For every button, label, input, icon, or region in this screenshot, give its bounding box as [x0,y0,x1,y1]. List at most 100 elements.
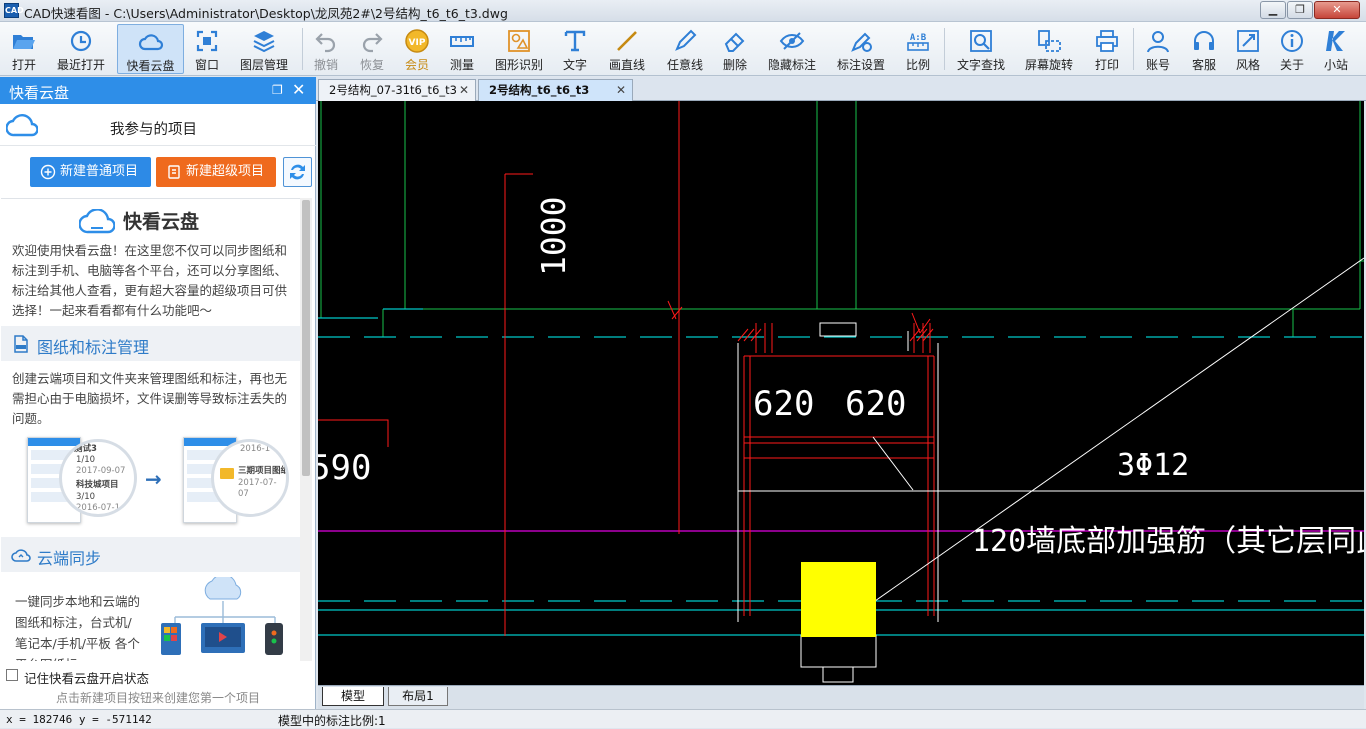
toolbar-label: 比例 [905,58,930,72]
toolbar-measure-button[interactable]: 测量 [443,24,481,74]
info-icon [1281,30,1303,52]
printer-icon [1096,30,1118,52]
toolbar-account-button[interactable]: 账号 [1138,24,1178,74]
toolbar-cloud-button[interactable]: 快看云盘 [117,24,184,74]
dimension-620-left: 620 [753,384,814,424]
title-bar: CAD CAD快速看图 - C:\Users\Administrator\Des… [0,0,1366,22]
new-normal-project-button[interactable]: 新建普通项目 [30,157,151,187]
toolbar-annotation-settings-button[interactable]: 标注设置 [832,24,890,74]
maximize-button[interactable]: ❐ [1287,1,1313,19]
toolbar-label: 隐藏标注 [767,58,816,72]
folder-open-icon [13,35,35,49]
cloud-icon [138,34,163,51]
illus-text: 2016-1 [240,444,271,454]
illus-text: 2016-07-1 [76,503,120,513]
pen-icon [675,29,697,51]
new-super-project-button[interactable]: 新建超级项目 [156,157,276,187]
remember-state-checkbox[interactable] [6,669,18,681]
section-text: 一键同步本地和云端的图纸和标注，台式机/笔记本/手机/平板 各个平台图纸标 [15,594,141,661]
eraser-icon [724,32,745,52]
section-title: 图纸和标注管理 [37,338,150,357]
user-icon [1147,31,1169,53]
close-window-button[interactable]: ✕ [1314,1,1360,19]
panel-close-button[interactable]: ✕ [292,80,305,99]
toolbar-rotate-screen-button[interactable]: 屏幕旋转 [1020,24,1078,74]
rebar-label: 3Φ12 [1117,448,1189,483]
scrollbar-thumb[interactable] [302,200,310,476]
toolbar-label: 图层管理 [239,58,288,72]
section-drawing-management: 图纸和标注管理 [1,326,301,361]
tab-document-07-31[interactable]: 2号结构_07-31t6_t6_t3 ✕ [318,79,476,101]
toolbar-about-button[interactable]: 关于 [1272,24,1312,74]
toolbar-support-button[interactable]: 客服 [1184,24,1224,74]
toolbar-label: 文字查找 [956,58,1005,72]
my-projects-title: 我参与的项目 [110,122,197,138]
toolbar-line-button[interactable]: 画直线 [603,24,651,74]
tab-model[interactable]: 模型 [322,687,384,706]
project-header: 我参与的项目 [0,104,316,146]
toolbar-label: 图形识别 [494,58,543,72]
toolbar-shape-recognize-button[interactable]: 图形识别 [490,24,548,74]
eye-hidden-icon [779,32,805,50]
tab-layout1[interactable]: 布局1 [388,687,448,706]
panel-restore-button[interactable]: ❐ [272,83,283,97]
cloud-brand-icon [79,209,115,234]
document-dwg-icon [14,335,28,353]
cloud-icon [6,114,38,137]
illus-text: 测试3 [74,444,97,454]
toolbar-layers-button[interactable]: 图层管理 [234,24,294,74]
line-icon [617,31,637,51]
status-bar: x = 182746 y = -571142 模型中的标注比例:1 [0,709,1366,728]
scale-ab-icon: A:B [907,33,929,51]
button-label: 新建超级项目 [186,164,265,179]
toolbar-label: 标注设置 [836,58,885,72]
toolbar-label: 小站 [1323,58,1348,72]
illus-text: 三期项目图纸 [238,466,289,476]
undo-icon [315,33,336,53]
toolbar-vip-button[interactable]: VIP 会员 [397,24,437,74]
toolbar-print-button[interactable]: 打印 [1088,24,1126,74]
annotation-scale-status: 模型中的标注比例:1 [278,714,386,728]
toolbar-redo-button[interactable]: 恢复 [352,24,392,74]
cloud-brand-title: 快看云盘 [123,211,200,233]
cloud-panel-scrollbar[interactable] [300,198,312,661]
tab-close-icon[interactable]: ✕ [616,80,626,100]
toolbar-hide-annotation-button[interactable]: 隐藏标注 [763,24,821,74]
tab-document-active[interactable]: 2号结构_t6_t6_t3 ✕ [478,79,633,101]
toolbar-recent-button[interactable]: 最近打开 [52,24,110,74]
toolbar-freeline-button[interactable]: 任意线 [661,24,709,74]
red-dimension-lines [318,101,935,636]
toolbar-style-button[interactable]: 风格 [1228,24,1268,74]
cad-drawing[interactable]: 1000 620 620 590 3Φ12 120墙底部加强筋（其它层同此层） [318,101,1364,685]
toolbar-label: 客服 [1191,58,1216,72]
vip-text: VIP [409,38,426,48]
cad-drawing-canvas[interactable]: 1000 620 620 590 3Φ12 120墙底部加强筋（其它层同此层） [318,101,1364,685]
section-text: 创建云端项目和文件夹来管理图纸和标注，再也无需担心由于电脑损坏，文件误删等导致标… [12,371,288,426]
wall-note-label: 120墙底部加强筋（其它层同此层） [972,524,1364,559]
toolbar-label: 打印 [1094,58,1119,72]
minimize-button[interactable]: ▁ [1260,1,1286,19]
toolbar-open-button[interactable]: 打开 [2,24,46,74]
toolbar-delete-button[interactable]: 删除 [716,24,754,74]
tab-close-icon[interactable]: ✕ [459,80,469,100]
toolbar-text-button[interactable]: 文字 [556,24,594,74]
toolbar-separator [302,28,303,70]
toolbar-scale-button[interactable]: A:B 比例 [898,24,938,74]
window-fit-icon [196,30,218,52]
toolbar-window-button[interactable]: 窗口 [188,24,226,74]
tab-label: 2号结构_t6_t6_t3 [489,83,590,97]
toolbar-label: 画直线 [608,58,645,72]
illus-text: 科技城项目 [76,480,119,490]
toolbar-undo-button[interactable]: 撤销 [306,24,346,74]
toolbar-text-search-button[interactable]: 文字查找 [952,24,1010,74]
sync-button[interactable] [283,157,312,187]
illus-text: 2017-07-07 [238,478,277,499]
toolbar-station-button[interactable]: 小站 [1316,24,1356,74]
redo-icon [362,33,383,53]
toolbar-separator [944,28,945,70]
dimension-1000: 1000 [534,197,573,276]
toolbar-label: 测量 [449,58,474,72]
style-icon [1237,30,1259,52]
tab-label: 2号结构_07-31t6_t6_t3 [329,83,457,97]
remember-state-label[interactable]: 记住快看云盘开启状态 [24,668,149,687]
